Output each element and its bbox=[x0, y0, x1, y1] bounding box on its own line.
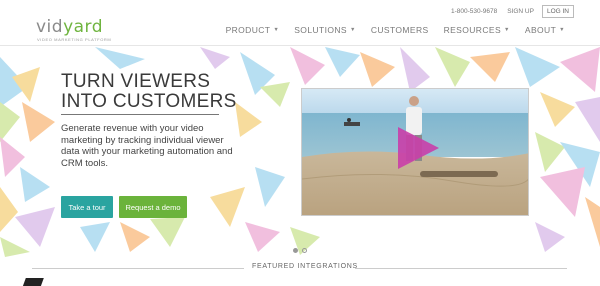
hero-video[interactable] bbox=[301, 88, 529, 216]
utility-bar: 1-800-530-9678 SIGN UP LOG IN bbox=[451, 5, 574, 18]
divider-left bbox=[32, 268, 244, 269]
nav-resources-label: RESOURCES bbox=[443, 25, 502, 35]
request-demo-button[interactable]: Request a demo bbox=[119, 196, 187, 218]
chevron-down-icon: ▼ bbox=[504, 27, 510, 33]
headline-divider bbox=[61, 114, 219, 115]
login-button[interactable]: LOG IN bbox=[541, 5, 574, 18]
logo-text-yard: yard bbox=[63, 17, 104, 37]
carousel-dot-1[interactable] bbox=[293, 248, 298, 253]
signup-link[interactable]: SIGN UP bbox=[507, 8, 534, 15]
nav-solutions[interactable]: SOLUTIONS ▼ bbox=[294, 25, 356, 35]
nav-customers-label: CUSTOMERS bbox=[370, 25, 429, 35]
phone-number[interactable]: 1-800-530-9678 bbox=[451, 8, 497, 15]
nav-product[interactable]: PRODUCT ▼ bbox=[226, 25, 280, 35]
nav-resources[interactable]: RESOURCES ▼ bbox=[444, 25, 510, 35]
nav-about[interactable]: ABOUT ▼ bbox=[525, 25, 565, 35]
nav-solutions-label: SOLUTIONS bbox=[294, 25, 347, 35]
logo-text-vid: vid bbox=[36, 17, 64, 37]
featured-integrations-label: FEATURED INTEGRATIONS bbox=[252, 263, 358, 270]
hero-subtext: Generate revenue with your video marketi… bbox=[61, 123, 233, 169]
chevron-down-icon: ▼ bbox=[273, 27, 280, 33]
chevron-down-icon: ▼ bbox=[559, 27, 565, 33]
take-a-tour-button[interactable]: Take a tour bbox=[61, 196, 113, 218]
chevron-down-icon: ▼ bbox=[349, 27, 356, 33]
carousel-dots bbox=[293, 248, 307, 253]
carousel-dot-2[interactable] bbox=[302, 248, 307, 253]
logo-tagline: video marketing platform bbox=[37, 37, 112, 42]
vidyard-logo[interactable]: vidyard bbox=[36, 17, 103, 37]
headline-line-2: INTO CUSTOMERS bbox=[61, 91, 237, 112]
hero-headline: TURN VIEWERS INTO CUSTOMERS bbox=[61, 72, 237, 112]
hero-section: TURN VIEWERS INTO CUSTOMERS Generate rev… bbox=[0, 47, 600, 257]
headline-line-1: TURN VIEWERS bbox=[61, 71, 211, 92]
nav-about-label: ABOUT bbox=[524, 25, 557, 35]
main-nav: PRODUCT ▼ SOLUTIONS ▼ CUSTOMERS RESOURCE… bbox=[226, 25, 565, 35]
site-header: vidyard video marketing platform 1-800-5… bbox=[0, 0, 600, 46]
nav-product-label: PRODUCT bbox=[225, 25, 271, 35]
video-thumbnail bbox=[302, 89, 528, 215]
nav-customers[interactable]: CUSTOMERS bbox=[371, 25, 429, 35]
integration-logo-partial bbox=[22, 278, 44, 286]
featured-integrations-header: FEATURED INTEGRATIONS bbox=[0, 263, 600, 275]
divider-right bbox=[355, 268, 567, 269]
